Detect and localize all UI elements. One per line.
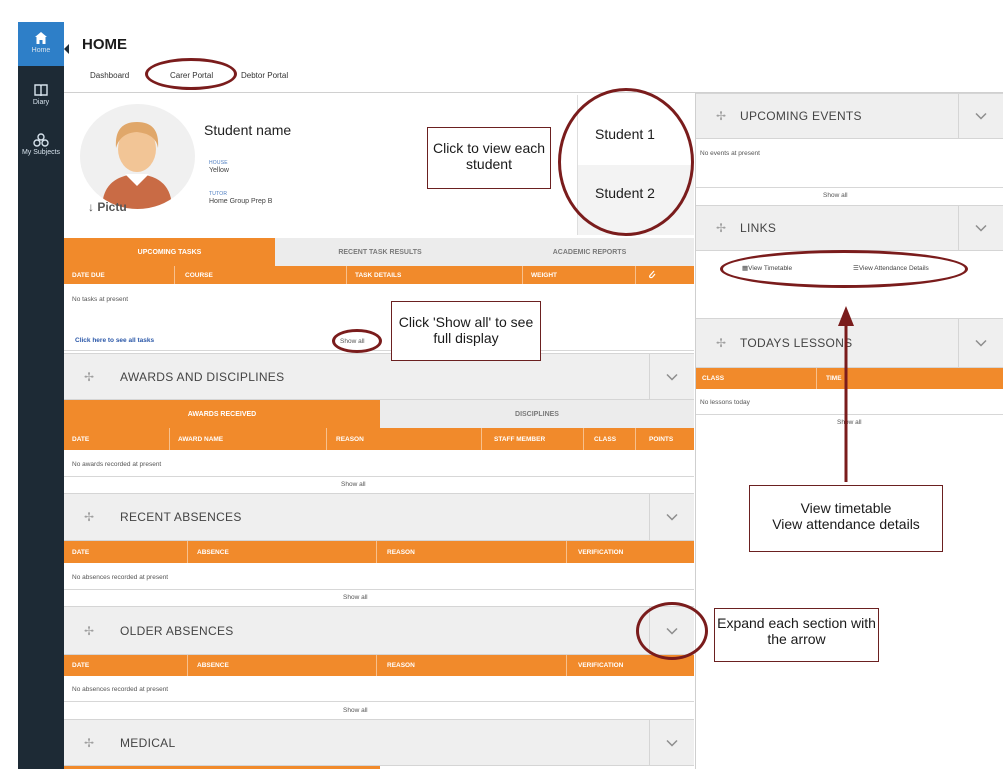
page: Home Diary My Subjects HOME Dashboard Ca…	[0, 0, 1003, 769]
annotation-arrow	[838, 306, 854, 482]
